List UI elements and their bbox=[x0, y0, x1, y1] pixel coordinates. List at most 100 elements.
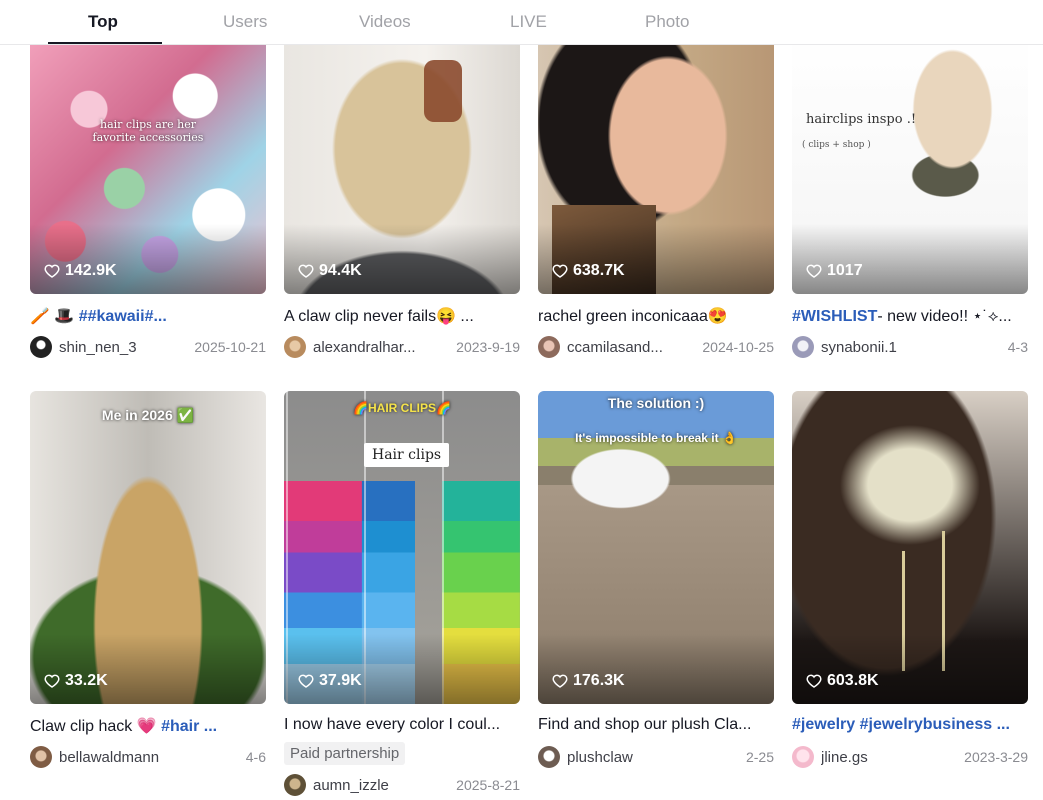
username[interactable]: alexandralhar... bbox=[313, 339, 448, 356]
video-card[interactable]: The solution :) It's impossible to break… bbox=[538, 391, 774, 769]
heart-icon bbox=[44, 264, 60, 278]
username[interactable]: bellawaldmann bbox=[59, 749, 238, 766]
post-date: 4-6 bbox=[245, 749, 266, 765]
caption-text: - new video!! ⋆˙⟡... bbox=[877, 308, 1012, 325]
video-thumbnail[interactable]: 94.4K bbox=[284, 30, 520, 294]
thumbnail-overlay-text: The solution :) bbox=[607, 395, 705, 411]
video-caption[interactable]: rachel green inconicaaa😍 bbox=[538, 306, 774, 326]
heart-icon bbox=[44, 674, 60, 688]
like-count: 94.4K bbox=[298, 262, 362, 280]
post-date: 2025-10-21 bbox=[194, 339, 266, 355]
tabs-divider bbox=[0, 44, 1043, 45]
username[interactable]: jline.gs bbox=[821, 749, 956, 766]
thumbnail-overlay-text: 🌈HAIR CLIPS🌈 bbox=[353, 401, 451, 415]
avatar[interactable] bbox=[284, 774, 306, 796]
like-count-value: 94.4K bbox=[319, 262, 362, 279]
video-meta: bellawaldmann 4-6 bbox=[30, 745, 266, 769]
like-count: 176.3K bbox=[552, 672, 625, 690]
video-thumbnail[interactable]: 🌈HAIR CLIPS🌈 Hair clips 37.9K bbox=[284, 391, 520, 704]
video-caption[interactable]: A claw clip never fails😝 ... bbox=[284, 306, 520, 326]
heart-icon bbox=[806, 674, 822, 688]
post-date: 2024-10-25 bbox=[702, 339, 774, 355]
username[interactable]: aumn_izzle bbox=[313, 777, 448, 794]
video-card[interactable]: hairclips inspo .! ( clips + shop ) 1017… bbox=[792, 30, 1028, 359]
search-tabs: Top Users Videos LIVE Photo bbox=[0, 0, 1043, 45]
video-caption[interactable]: Claw clip hack 💗 #hair ... bbox=[30, 716, 266, 736]
username[interactable]: synabonii.1 bbox=[821, 339, 1000, 356]
tab-photo[interactable]: Photo bbox=[645, 12, 689, 32]
thumbnail-shade bbox=[538, 634, 774, 704]
like-count: 142.9K bbox=[44, 262, 117, 280]
caption-hashtag[interactable]: #jewelry #jewelrybusiness ... bbox=[792, 716, 1010, 733]
thumbnail-overlay-text: hair clips are her favorite accessories bbox=[92, 118, 204, 144]
post-date: 4-3 bbox=[1007, 339, 1028, 355]
caption-prefix: 🪥 🎩 bbox=[30, 308, 79, 325]
like-count: 33.2K bbox=[44, 672, 108, 690]
claw-clip-shape bbox=[424, 60, 462, 122]
video-caption[interactable]: #jewelry #jewelrybusiness ... bbox=[792, 716, 1028, 736]
video-thumbnail[interactable]: 603.8K bbox=[792, 391, 1028, 704]
heart-icon bbox=[552, 264, 568, 278]
video-thumbnail[interactable]: hairclips inspo .! ( clips + shop ) 1017 bbox=[792, 30, 1028, 294]
like-count: 37.9K bbox=[298, 672, 362, 690]
like-count-value: 176.3K bbox=[573, 672, 625, 689]
post-date: 2-25 bbox=[745, 749, 774, 765]
post-date: 2025-8-21 bbox=[456, 777, 520, 793]
caption-text: Claw clip hack 💗 bbox=[30, 718, 162, 735]
video-thumbnail[interactable]: The solution :) It's impossible to break… bbox=[538, 391, 774, 704]
avatar[interactable] bbox=[792, 336, 814, 358]
thumbnail-overlay-subtext: ( clips + shop ) bbox=[802, 140, 871, 150]
video-meta: synabonii.1 4-3 bbox=[792, 335, 1028, 359]
like-count: 1017 bbox=[806, 262, 863, 280]
avatar[interactable] bbox=[284, 336, 306, 358]
like-count-value: 1017 bbox=[827, 262, 863, 279]
video-card[interactable]: 94.4K A claw clip never fails😝 ... alexa… bbox=[284, 30, 520, 359]
caption-hashtag[interactable]: #hair ... bbox=[161, 718, 217, 735]
video-meta: jline.gs 2023-3-29 bbox=[792, 745, 1028, 769]
thumbnail-label: Hair clips bbox=[364, 443, 450, 467]
heart-icon bbox=[298, 674, 314, 688]
video-card[interactable]: Me in 2026 ✅ 33.2K Claw clip hack 💗 #hai… bbox=[30, 391, 266, 769]
tab-users[interactable]: Users bbox=[223, 12, 267, 32]
avatar[interactable] bbox=[538, 336, 560, 358]
post-date: 2023-3-29 bbox=[964, 749, 1028, 765]
like-count: 638.7K bbox=[552, 262, 625, 280]
username[interactable]: ccamilasand... bbox=[567, 339, 694, 356]
video-meta: ccamilasand... 2024-10-25 bbox=[538, 335, 774, 359]
thumbnail-overlay-text: hairclips inspo .! bbox=[806, 112, 917, 127]
video-thumbnail[interactable]: Me in 2026 ✅ 33.2K bbox=[30, 391, 266, 704]
video-caption[interactable]: I now have every color I coul... bbox=[284, 716, 520, 736]
caption-hashtag[interactable]: #WISHLIST bbox=[792, 308, 877, 325]
video-caption[interactable]: Find and shop our plush Cla... bbox=[538, 716, 774, 736]
caption-hashtag[interactable]: ##kawaii#... bbox=[79, 308, 167, 325]
video-card[interactable]: hair clips are her favorite accessories … bbox=[30, 30, 266, 359]
username[interactable]: shin_nen_3 bbox=[59, 339, 186, 356]
tab-videos[interactable]: Videos bbox=[359, 12, 411, 32]
avatar[interactable] bbox=[792, 746, 814, 768]
thumbnail-shade bbox=[30, 224, 266, 294]
avatar[interactable] bbox=[30, 336, 52, 358]
video-thumbnail[interactable]: hair clips are her favorite accessories … bbox=[30, 30, 266, 294]
video-meta: plushclaw 2-25 bbox=[538, 745, 774, 769]
like-count-value: 142.9K bbox=[65, 262, 117, 279]
like-count-value: 603.8K bbox=[827, 672, 879, 689]
video-card[interactable]: 🌈HAIR CLIPS🌈 Hair clips 37.9K I now have… bbox=[284, 391, 520, 797]
heart-icon bbox=[298, 264, 314, 278]
tab-top[interactable]: Top bbox=[88, 12, 118, 32]
video-caption[interactable]: #WISHLIST- new video!! ⋆˙⟡... bbox=[792, 306, 1028, 326]
tab-live[interactable]: LIVE bbox=[510, 12, 547, 32]
video-caption[interactable]: 🪥 🎩 ##kawaii#... bbox=[30, 306, 266, 326]
thumbnail-shade bbox=[538, 224, 774, 294]
username[interactable]: plushclaw bbox=[567, 749, 738, 766]
thumbnail-shade bbox=[792, 224, 1028, 294]
thumbnail-shade bbox=[284, 224, 520, 294]
heart-icon bbox=[806, 264, 822, 278]
thumbnail-shade bbox=[792, 634, 1028, 704]
like-count-value: 638.7K bbox=[573, 262, 625, 279]
avatar[interactable] bbox=[538, 746, 560, 768]
video-card[interactable]: 603.8K #jewelry #jewelrybusiness ... jli… bbox=[792, 391, 1028, 769]
video-card[interactable]: 638.7K rachel green inconicaaa😍 ccamilas… bbox=[538, 30, 774, 359]
avatar[interactable] bbox=[30, 746, 52, 768]
paid-partnership-badge: Paid partnership bbox=[284, 742, 406, 765]
video-thumbnail[interactable]: 638.7K bbox=[538, 30, 774, 294]
